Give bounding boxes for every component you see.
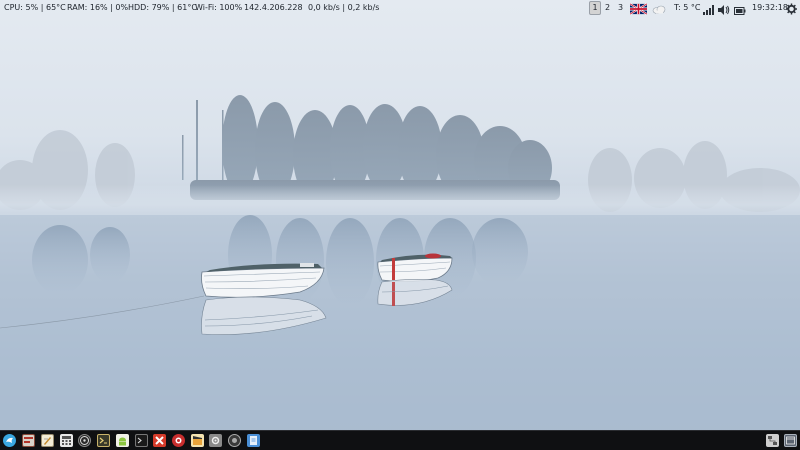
workspace-1[interactable]: 1 <box>589 1 601 15</box>
android-icon[interactable] <box>116 434 129 447</box>
wifi-indicator[interactable]: Wi-Fi: 100% <box>195 3 242 13</box>
window-icon[interactable] <box>784 434 797 447</box>
cloud-icon[interactable] <box>652 2 666 16</box>
gear-icon[interactable] <box>786 2 797 16</box>
ram-indicator[interactable]: RAM: 16% | 0% <box>67 3 128 13</box>
desktop: CPU: 5% | 65°C RAM: 16% | 0% HDD: 79% | … <box>0 0 800 450</box>
terminal-icon[interactable] <box>97 434 110 447</box>
uk-flag-icon[interactable] <box>630 2 647 16</box>
x-app-icon[interactable] <box>153 434 166 447</box>
text-editor-icon[interactable] <box>41 434 54 447</box>
cpu-indicator[interactable]: CPU: 5% | 65°C <box>4 3 66 13</box>
temperature-readout[interactable]: T: 5 °C <box>674 3 700 13</box>
app-icon[interactable] <box>22 434 35 447</box>
document-icon[interactable] <box>247 434 260 447</box>
tree-island <box>182 95 560 200</box>
launcher-icon[interactable] <box>3 434 16 447</box>
settings-icon[interactable] <box>209 434 222 447</box>
battery-icon[interactable] <box>734 4 746 18</box>
network-speed[interactable]: 0,0 kb/s | 0,2 kb/s <box>308 3 379 13</box>
wallpaper <box>0 95 800 430</box>
console-icon[interactable] <box>135 434 148 447</box>
signal-icon[interactable] <box>703 3 714 17</box>
help-icon[interactable] <box>172 434 185 447</box>
clapper-icon[interactable] <box>191 434 204 447</box>
ip-address[interactable]: 142.4.206.228 <box>244 3 303 13</box>
workspace-3[interactable]: 3 <box>615 1 626 14</box>
clock[interactable]: 19:32:18 <box>752 3 788 13</box>
network-icon[interactable] <box>766 434 779 447</box>
camera-icon[interactable] <box>228 434 241 447</box>
volume-icon[interactable] <box>718 3 730 17</box>
workspace-2[interactable]: 2 <box>602 1 613 14</box>
top-panel: CPU: 5% | 65°C RAM: 16% | 0% HDD: 79% | … <box>0 0 800 16</box>
calculator-icon[interactable] <box>60 434 73 447</box>
taskbar <box>0 430 800 450</box>
disc-icon[interactable] <box>78 434 91 447</box>
hdd-indicator[interactable]: HDD: 79% | 61°C <box>128 3 197 13</box>
